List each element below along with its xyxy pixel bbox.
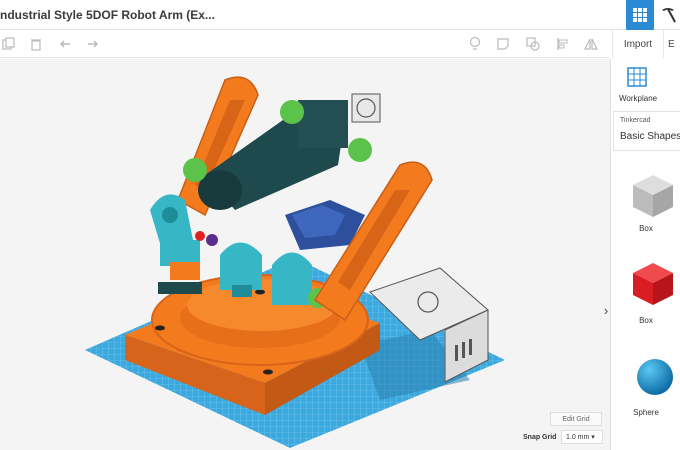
- workplane-icon[interactable]: [627, 67, 647, 87]
- sphere-icon[interactable]: [635, 357, 675, 397]
- box-gray-icon[interactable]: [629, 171, 677, 219]
- chevron-right-icon[interactable]: ›: [600, 299, 610, 321]
- undo-icon[interactable]: [56, 35, 74, 53]
- robot-arm-model: [85, 76, 505, 448]
- export-button[interactable]: E: [668, 30, 680, 58]
- edit-toolbar: [0, 30, 610, 58]
- snap-grid-label: Snap Grid: [523, 434, 557, 441]
- workplane-label[interactable]: Workplane: [619, 94, 657, 103]
- shape-library-select[interactable]: Tinkercad Basic Shapes: [613, 111, 680, 151]
- shape-label-sphere: Sphere: [633, 408, 659, 417]
- library-value: Basic Shapes: [620, 131, 680, 142]
- group-icon[interactable]: [524, 35, 542, 53]
- note-icon[interactable]: [494, 35, 512, 53]
- copy-icon[interactable]: [0, 35, 18, 53]
- shape-label-box-red: Box: [639, 316, 653, 325]
- 3d-viewport[interactable]: › Edit Grid Snap Grid 1.0 mm ▾: [0, 59, 610, 450]
- box-red-icon[interactable]: [629, 259, 677, 307]
- design-title[interactable]: ndustrial Style 5DOF Robot Arm (Ex...: [0, 8, 215, 22]
- pickaxe-icon: [662, 8, 676, 23]
- light-icon[interactable]: [466, 35, 484, 53]
- mirror-icon[interactable]: [582, 35, 600, 53]
- pickaxe-button[interactable]: [656, 4, 680, 26]
- snap-grid-select[interactable]: 1.0 mm ▾: [561, 430, 603, 444]
- library-label: Tinkercad: [620, 117, 651, 124]
- shape-label-box-gray: Box: [639, 224, 653, 233]
- import-button[interactable]: Import: [612, 30, 664, 58]
- grid-view-button[interactable]: [626, 0, 654, 30]
- shapes-sidebar: Workplane Tinkercad Basic Shapes Box Box…: [610, 59, 680, 450]
- top-bar: ndustrial Style 5DOF Robot Arm (Ex...: [0, 0, 680, 30]
- align-icon[interactable]: [554, 35, 572, 53]
- delete-icon[interactable]: [27, 35, 45, 53]
- redo-icon[interactable]: [84, 35, 102, 53]
- grid-icon: [633, 8, 647, 22]
- edit-grid-button[interactable]: Edit Grid: [550, 412, 602, 426]
